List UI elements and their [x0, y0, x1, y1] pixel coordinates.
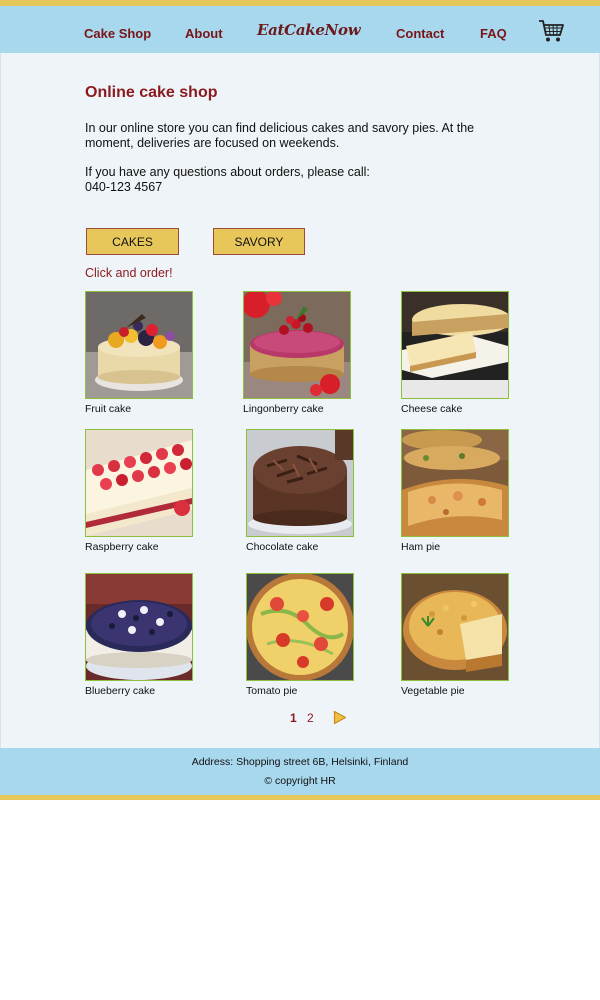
- product-name[interactable]: Ham pie: [401, 541, 511, 553]
- product-lingonberry-cake[interactable]: Lingonberry cake: [243, 291, 353, 415]
- product-name[interactable]: Lingonberry cake: [243, 403, 353, 415]
- fruit-cake-image[interactable]: [85, 291, 193, 399]
- product-ham-pie[interactable]: Ham pie: [401, 429, 511, 553]
- ham-pie-image[interactable]: [401, 429, 509, 537]
- cakes-button[interactable]: CAKES: [86, 228, 179, 255]
- shopping-cart-icon[interactable]: [537, 18, 565, 44]
- lingonberry-cake-image[interactable]: [243, 291, 351, 399]
- product-name[interactable]: Raspberry cake: [85, 541, 195, 553]
- product-raspberry-cake[interactable]: Raspberry cake: [85, 429, 195, 553]
- product-name[interactable]: Blueberry cake: [85, 685, 195, 697]
- nav-about[interactable]: About: [185, 26, 223, 41]
- page-1-link[interactable]: 1: [290, 711, 297, 725]
- blueberry-cake-image[interactable]: [85, 573, 193, 681]
- product-name[interactable]: Tomato pie: [246, 685, 356, 697]
- product-name[interactable]: Cheese cake: [401, 403, 511, 415]
- savory-button[interactable]: SAVORY: [213, 228, 305, 255]
- nav-contact[interactable]: Contact: [396, 26, 444, 41]
- product-name[interactable]: Fruit cake: [85, 403, 195, 415]
- phone-number: 040-123 4567: [85, 180, 163, 194]
- site-logo[interactable]: EatCakeNow: [257, 21, 361, 39]
- chocolate-cake-image[interactable]: [246, 429, 354, 537]
- product-cheese-cake[interactable]: Cheese cake: [401, 291, 511, 415]
- product-fruit-cake[interactable]: Fruit cake: [85, 291, 195, 415]
- tomato-pie-image[interactable]: [246, 573, 354, 681]
- nav-faq[interactable]: FAQ: [480, 26, 507, 41]
- navbar: Cake Shop About EatCakeNow Contact FAQ: [0, 6, 600, 53]
- footer: Address: Shopping street 6B, Helsinki, F…: [0, 748, 600, 795]
- product-tomato-pie[interactable]: Tomato pie: [246, 573, 356, 697]
- contact-question: If you have any questions about orders, …: [85, 165, 370, 179]
- cheese-cake-image[interactable]: [401, 291, 509, 399]
- bottom-accent-stripe: [0, 795, 600, 800]
- contact-info: If you have any questions about orders, …: [85, 165, 505, 195]
- page-2-link[interactable]: 2: [307, 711, 314, 725]
- product-name[interactable]: Chocolate cake: [246, 541, 356, 553]
- footer-copyright: © copyright HR: [264, 775, 336, 787]
- product-vegetable-pie[interactable]: Vegetable pie: [401, 573, 511, 697]
- product-blueberry-cake[interactable]: Blueberry cake: [85, 573, 195, 697]
- play-arrow-icon[interactable]: [333, 710, 347, 725]
- nav-cake-shop[interactable]: Cake Shop: [84, 26, 151, 41]
- footer-address: Address: Shopping street 6B, Helsinki, F…: [191, 756, 409, 768]
- product-name[interactable]: Vegetable pie: [401, 685, 511, 697]
- raspberry-cake-image[interactable]: [85, 429, 193, 537]
- product-chocolate-cake[interactable]: Chocolate cake: [246, 429, 356, 553]
- page-title: Online cake shop: [85, 84, 218, 101]
- click-and-order-label: Click and order!: [85, 266, 173, 280]
- intro-text: In our online store you can find delicio…: [85, 121, 475, 150]
- vegetable-pie-image[interactable]: [401, 573, 509, 681]
